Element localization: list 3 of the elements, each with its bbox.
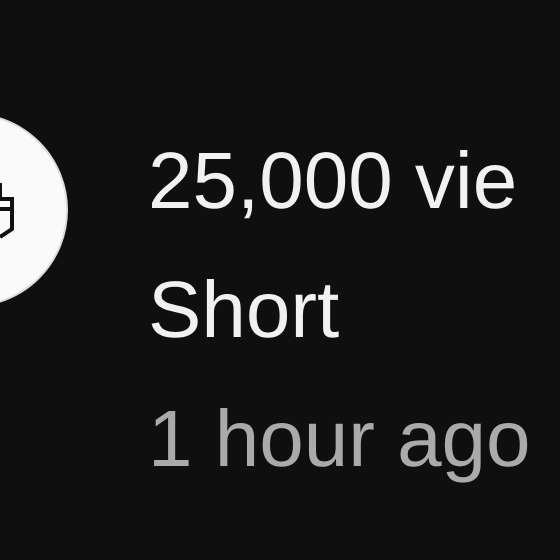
view-count: 25,000 vie [148, 135, 518, 227]
video-type: Short [148, 264, 340, 356]
upload-time: 1 hour ago [148, 393, 531, 485]
